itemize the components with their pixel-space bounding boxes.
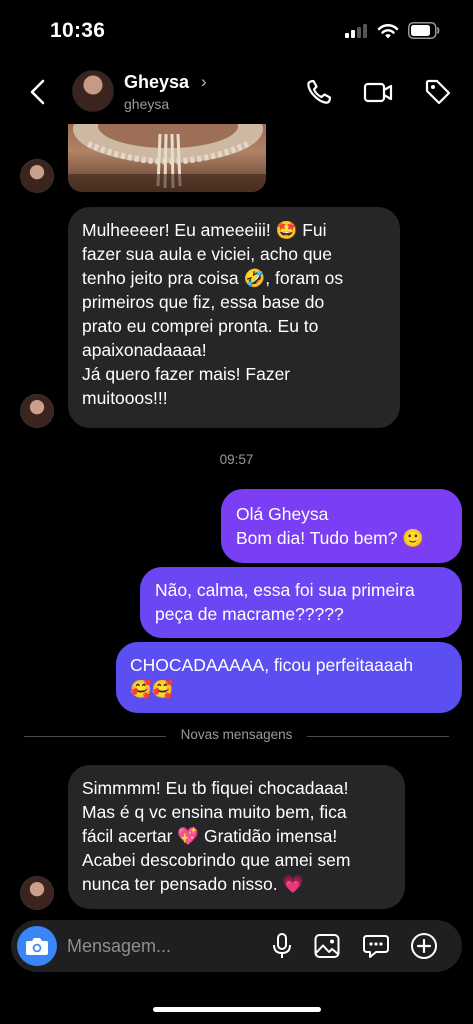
- shared-photo[interactable]: [68, 124, 266, 192]
- gallery-icon[interactable]: [313, 932, 341, 960]
- message-text-line: nunca ter pensado nisso. 💗: [82, 874, 305, 894]
- message-input[interactable]: [67, 930, 257, 962]
- message-text-line: apaixonadaaaa!: [82, 340, 207, 360]
- sender-avatar[interactable]: [20, 876, 54, 910]
- macrame-photo-content: [68, 124, 266, 192]
- microphone-icon[interactable]: [268, 932, 296, 960]
- message-text-line: Não, calma, essa foi sua primeira: [155, 580, 415, 600]
- message-text-line: Bom dia! Tudo bem? 🙂: [236, 528, 425, 548]
- sent-message-bubble[interactable]: Olá Gheysa Bom dia! Tudo bem? 🙂: [221, 489, 462, 563]
- message-text-line: 🥰🥰: [130, 679, 174, 699]
- sent-message-bubble[interactable]: Não, calma, essa foi sua primeira peça d…: [140, 567, 462, 638]
- message-text-line: Já quero fazer mais! Fazer: [82, 364, 291, 384]
- contact-username: gheysa: [124, 96, 170, 112]
- phone-icon[interactable]: [304, 77, 334, 107]
- sent-message-bubble[interactable]: CHOCADAAAAA, ficou perfeitaaaah 🥰🥰: [116, 642, 462, 713]
- wifi-icon: [377, 24, 399, 39]
- message-text-line: fazer sua aula e viciei, acho que: [82, 244, 333, 264]
- message-text-line: Mas é q vc ensina muito bem, fica: [82, 802, 347, 822]
- message-text-line: prato eu comprei pronta. Eu to: [82, 316, 319, 336]
- tag-icon[interactable]: [423, 77, 453, 107]
- home-indicator[interactable]: [153, 1007, 321, 1012]
- message-timestamp: 09:57: [219, 452, 254, 467]
- message-text-line: fácil acertar 💖 Gratidão imensa!: [82, 826, 338, 846]
- video-camera-icon[interactable]: [363, 77, 393, 107]
- plus-icon[interactable]: [410, 932, 438, 960]
- new-messages-divider: Novas mensagens: [24, 727, 449, 745]
- cellular-signal-icon: [345, 24, 369, 38]
- contact-avatar[interactable]: [72, 70, 114, 112]
- contact-name[interactable]: Gheysa: [124, 72, 189, 93]
- status-bar: 10:36: [0, 0, 473, 60]
- sender-avatar[interactable]: [20, 394, 54, 428]
- message-text-line: muitooos!!!: [82, 388, 168, 408]
- received-message-bubble[interactable]: Simmmm! Eu tb fiquei chocadaaa! Mas é q …: [68, 765, 405, 909]
- received-message-bubble[interactable]: Mulheeeer! Eu ameeeiii! 🤩 Fui fazer sua …: [68, 207, 400, 428]
- message-text-line: CHOCADAAAAA, ficou perfeitaaaah: [130, 655, 414, 675]
- chat-header: Gheysa › gheysa: [0, 60, 473, 124]
- new-messages-label: Novas mensagens: [180, 727, 293, 742]
- message-text-line: tenho jeito pra coisa 🤣, foram os: [82, 268, 344, 288]
- message-text-line: primeiros que fiz, essa base do: [82, 292, 325, 312]
- message-text-line: peça de macrame?????: [155, 604, 344, 624]
- message-text-line: Olá Gheysa: [236, 504, 329, 524]
- message-text-line: Simmmm! Eu tb fiquei chocadaaa!: [82, 778, 349, 798]
- message-composer: [11, 920, 462, 972]
- back-chevron-icon[interactable]: [27, 77, 49, 107]
- status-time: 10:36: [50, 19, 106, 42]
- sticker-icon[interactable]: [362, 932, 390, 960]
- contact-name-chevron-icon[interactable]: ›: [201, 72, 207, 92]
- message-text-line: Acabei descobrindo que amei sem: [82, 850, 351, 870]
- camera-button[interactable]: [17, 926, 57, 966]
- camera-icon: [26, 938, 48, 955]
- sender-avatar[interactable]: [20, 159, 54, 193]
- battery-icon: [408, 22, 440, 39]
- message-text-line: Mulheeeer! Eu ameeeiii! 🤩 Fui: [82, 220, 327, 240]
